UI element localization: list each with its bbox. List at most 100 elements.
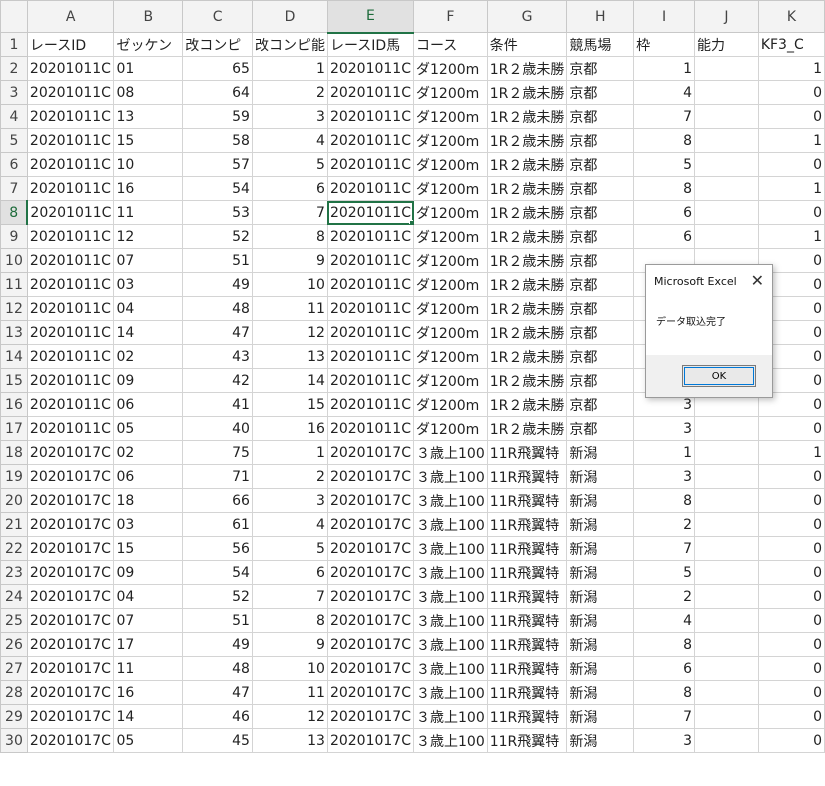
row-header[interactable]: 22 [0, 536, 28, 561]
row-header[interactable]: 21 [0, 512, 28, 537]
cell[interactable]: 新潟 [566, 512, 635, 537]
cell[interactable]: 61 [182, 512, 253, 537]
cell[interactable]: 2 [633, 512, 695, 537]
header-cell[interactable]: ゼッケン [113, 32, 184, 57]
cell[interactable]: 20201011C [26, 296, 115, 321]
row-header[interactable]: 4 [0, 104, 28, 129]
cell[interactable]: 66 [182, 488, 253, 513]
cell[interactable]: ダ1200m [413, 152, 488, 177]
cell[interactable]: 20201017C [326, 560, 415, 585]
cell[interactable]: 新潟 [566, 608, 635, 633]
cell[interactable]: 20201011C [26, 128, 115, 153]
cell[interactable]: 1 [757, 440, 825, 465]
cell[interactable]: 07 [113, 608, 184, 633]
cell[interactable]: 0 [757, 584, 825, 609]
column-header-c[interactable]: C [182, 0, 253, 33]
cell[interactable]: 1R２歳未勝 [486, 296, 568, 321]
cell[interactable]: 03 [113, 512, 184, 537]
cell[interactable]: 1 [757, 128, 825, 153]
cell[interactable]: 20201011C [26, 368, 115, 393]
cell[interactable]: 6 [633, 224, 695, 249]
cell[interactable]: 20201017C [326, 704, 415, 729]
row-header[interactable]: 3 [0, 80, 28, 105]
cell[interactable]: 58 [182, 128, 253, 153]
cell[interactable]: ダ1200m [413, 272, 488, 297]
cell[interactable]: 1R２歳未勝 [486, 200, 568, 225]
cell[interactable]: 10 [251, 272, 328, 297]
cell[interactable]: 18 [113, 488, 184, 513]
cell[interactable] [694, 560, 759, 585]
cell[interactable]: 20201017C [326, 440, 415, 465]
cell[interactable]: 1R２歳未勝 [486, 320, 568, 345]
cell[interactable] [694, 656, 759, 681]
cell[interactable]: 2 [633, 584, 695, 609]
row-header[interactable]: 18 [0, 440, 28, 465]
cell[interactable]: 1 [633, 440, 695, 465]
cell[interactable]: 新潟 [566, 584, 635, 609]
cell[interactable]: 13 [251, 344, 328, 369]
cell[interactable]: 20201011C [26, 272, 115, 297]
cell[interactable]: 11R飛翼特 [486, 560, 568, 585]
cell[interactable]: 8 [251, 608, 328, 633]
cell[interactable]: 11R飛翼特 [486, 488, 568, 513]
cell[interactable]: 54 [182, 560, 253, 585]
cell[interactable]: 51 [182, 608, 253, 633]
cell[interactable]: 04 [113, 584, 184, 609]
cell[interactable]: 20201017C [26, 632, 115, 657]
cell[interactable]: 20201011C [26, 80, 115, 105]
cell[interactable]: ３歳上100 [413, 704, 488, 729]
cell[interactable]: 20201017C [326, 728, 415, 753]
cell[interactable]: 16 [113, 176, 184, 201]
cell[interactable]: 0 [757, 512, 825, 537]
cell[interactable]: ダ1200m [413, 104, 488, 129]
cell[interactable]: 20201017C [26, 608, 115, 633]
cell[interactable]: ３歳上100 [413, 656, 488, 681]
cell[interactable] [694, 584, 759, 609]
cell[interactable]: 0 [757, 536, 825, 561]
column-header-g[interactable]: G [486, 0, 568, 33]
row-header[interactable]: 8 [0, 200, 29, 225]
cell[interactable]: 11R飛翼特 [486, 440, 568, 465]
cell[interactable]: 20201011C [326, 80, 415, 105]
column-header-e[interactable]: E [326, 0, 415, 34]
cell[interactable]: 20201017C [326, 584, 415, 609]
cell[interactable]: 8 [633, 632, 695, 657]
cell[interactable]: ダ1200m [413, 128, 488, 153]
cell[interactable]: 7 [251, 200, 328, 225]
cell[interactable] [694, 608, 759, 633]
cell[interactable]: 京都 [566, 416, 635, 441]
cell[interactable]: 3 [633, 416, 695, 441]
cell[interactable]: 0 [757, 464, 825, 489]
cell[interactable]: ダ1200m [413, 176, 488, 201]
cell[interactable]: 20201011C [326, 392, 415, 417]
cell[interactable]: 新潟 [566, 632, 635, 657]
cell[interactable] [694, 56, 759, 81]
cell[interactable] [694, 224, 759, 249]
row-header[interactable]: 25 [0, 608, 28, 633]
cell[interactable]: 04 [113, 296, 184, 321]
cell[interactable]: 8 [633, 128, 695, 153]
cell[interactable]: 1 [251, 56, 328, 81]
cell[interactable] [694, 488, 759, 513]
cell[interactable]: 20201011C [326, 296, 415, 321]
cell[interactable]: 09 [113, 560, 184, 585]
cell[interactable]: 9 [251, 248, 328, 273]
cell[interactable]: 6 [633, 200, 695, 225]
cell[interactable]: 11R飛翼特 [486, 632, 568, 657]
cell[interactable]: 15 [251, 392, 328, 417]
cell[interactable]: 54 [182, 176, 253, 201]
cell[interactable]: 47 [182, 320, 253, 345]
column-header-f[interactable]: F [413, 0, 488, 33]
cell[interactable]: 02 [113, 440, 184, 465]
cell[interactable]: 20201011C [26, 248, 115, 273]
cell[interactable]: ３歳上100 [413, 536, 488, 561]
row-header[interactable]: 24 [0, 584, 28, 609]
row-header[interactable]: 28 [0, 680, 28, 705]
header-cell[interactable]: 能力 [694, 32, 759, 57]
cell[interactable]: 5 [251, 152, 328, 177]
cell[interactable]: 02 [113, 344, 184, 369]
cell[interactable]: 3 [251, 488, 328, 513]
cell[interactable]: 10 [113, 152, 184, 177]
column-header-d[interactable]: D [251, 0, 328, 33]
cell[interactable]: 京都 [566, 152, 635, 177]
